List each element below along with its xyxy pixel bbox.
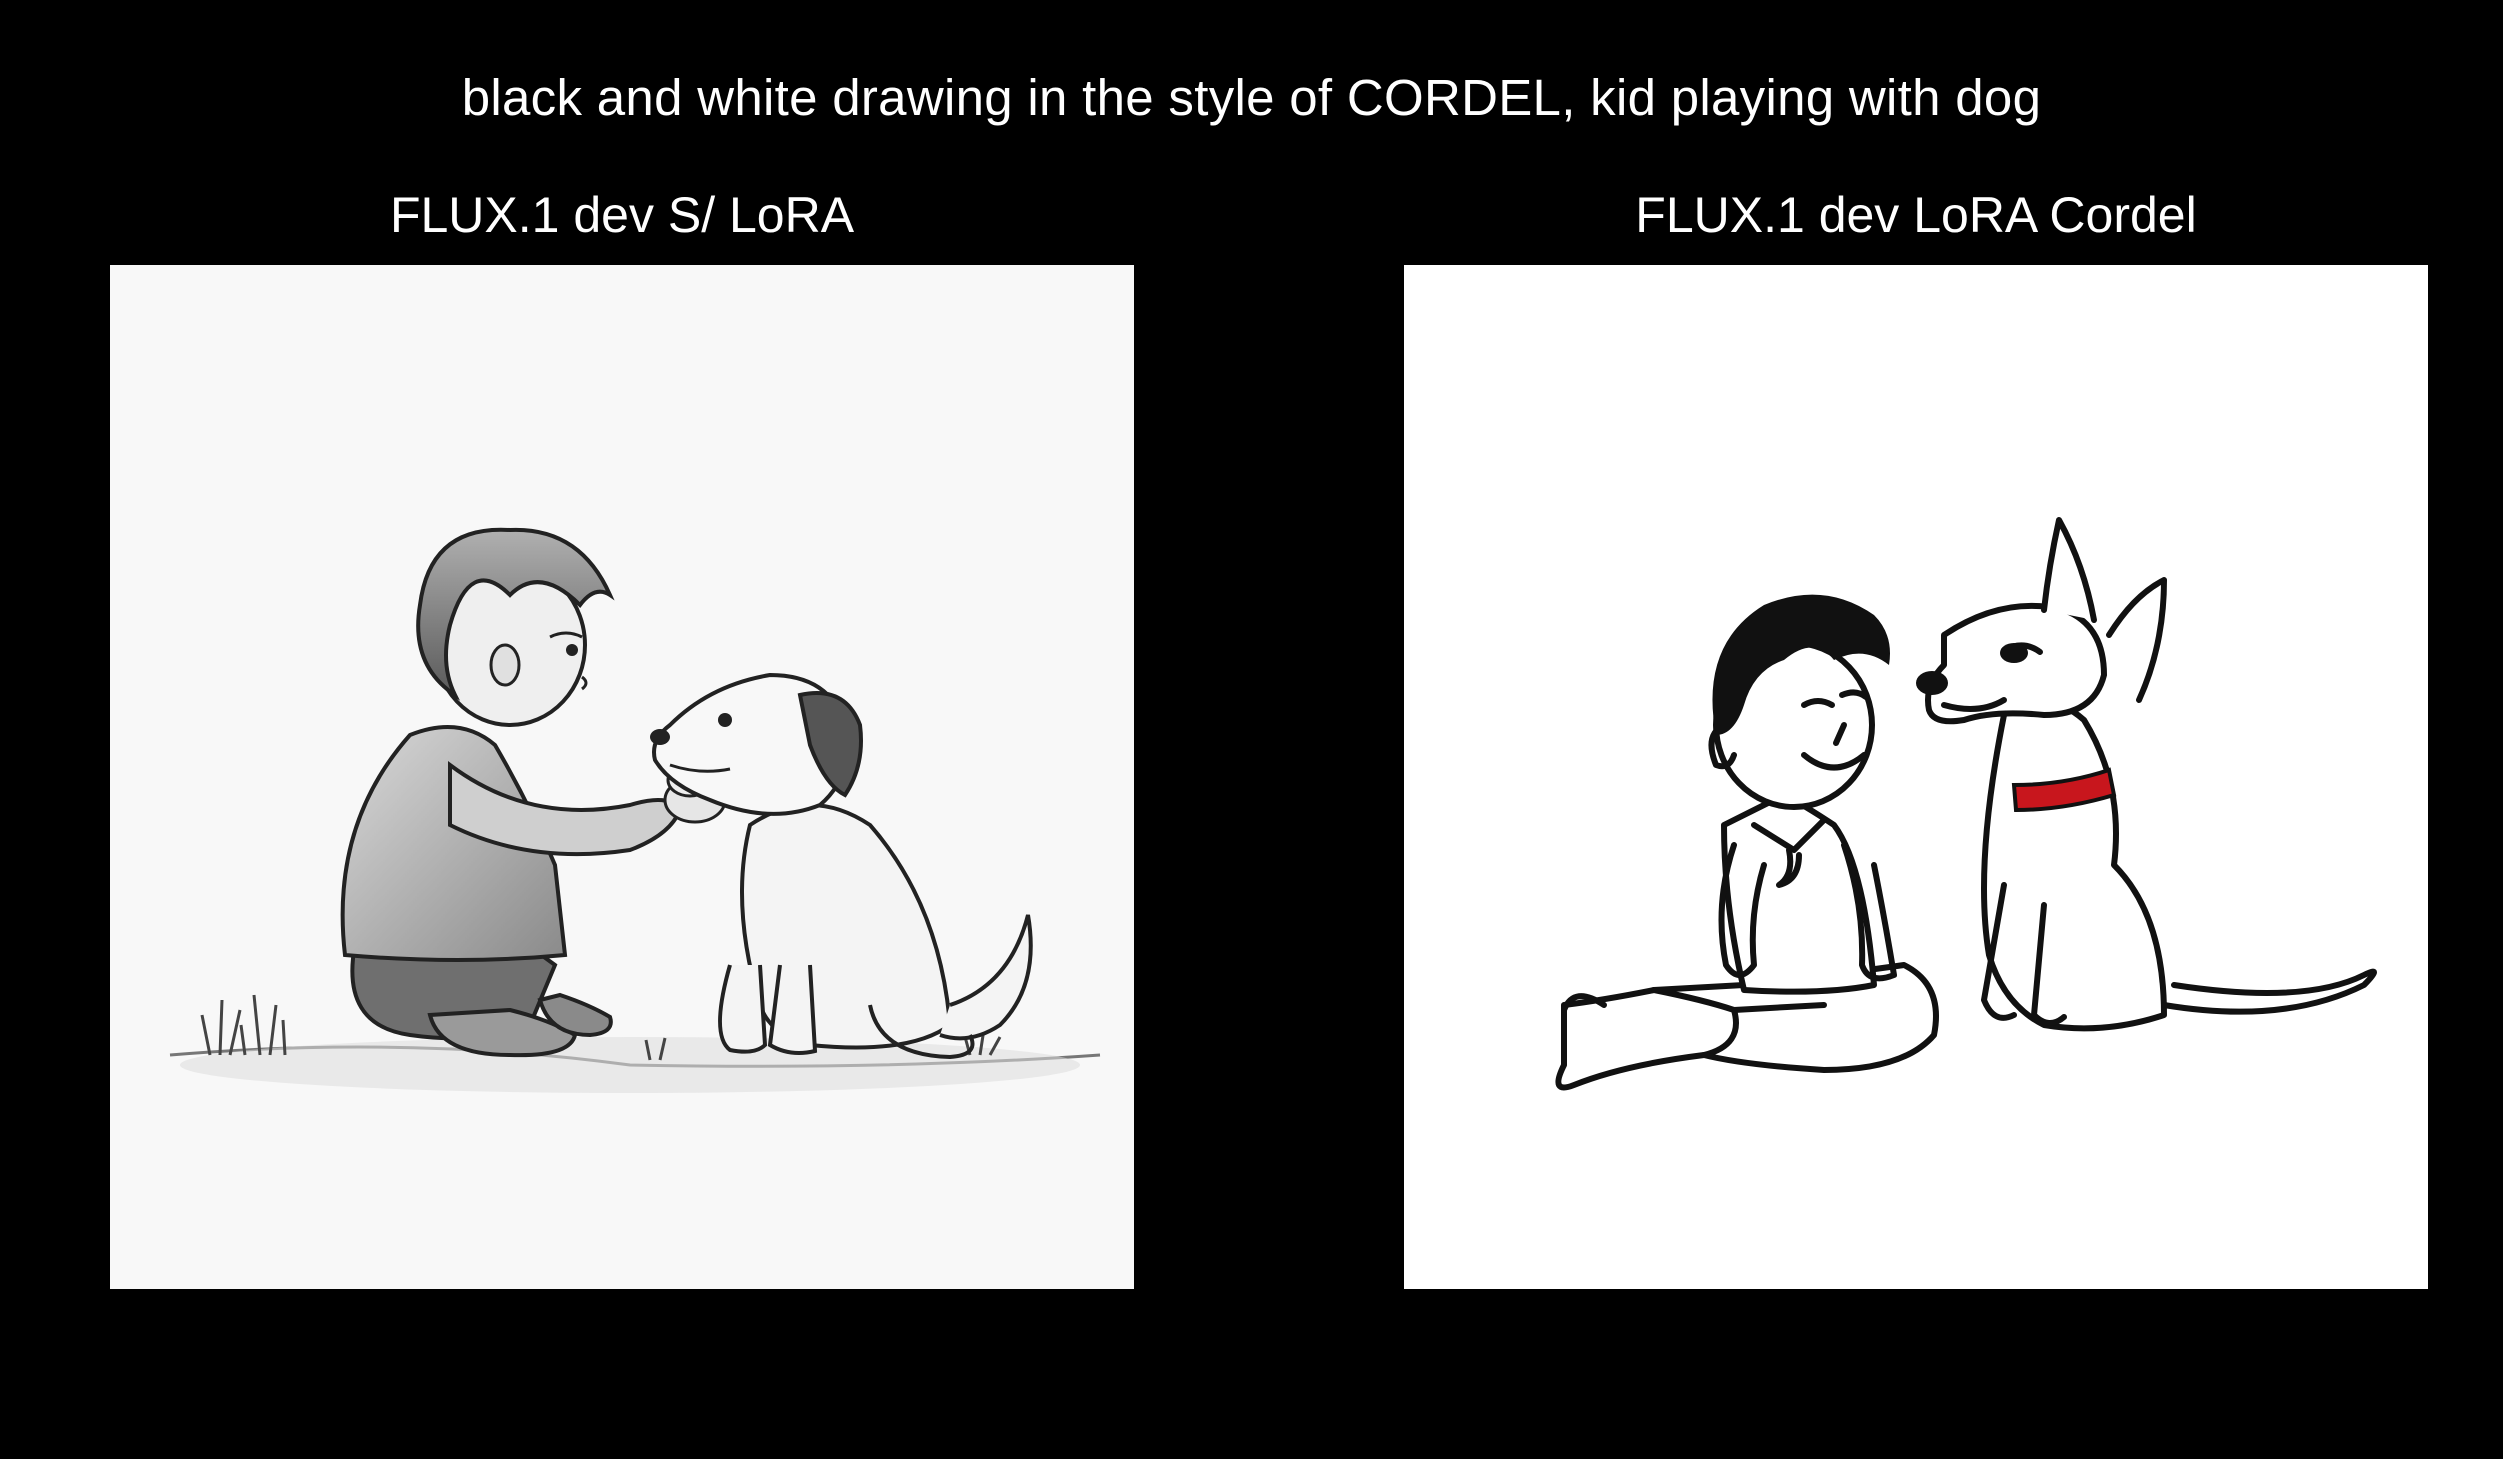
kid-and-dog-pencil-drawing xyxy=(169,527,1101,1093)
panel-label-without-lora: FLUX.1 dev S/ LoRA xyxy=(389,187,855,243)
kid-and-dog-cordel-drawing xyxy=(1555,517,2377,1091)
prompt-caption: black and white drawing in the style of … xyxy=(461,69,2042,126)
image-without-lora xyxy=(110,265,1134,1289)
image-cordel-lora xyxy=(1404,265,2428,1289)
panel-label-cordel-lora: FLUX.1 dev LoRA Cordel xyxy=(1635,187,2197,243)
